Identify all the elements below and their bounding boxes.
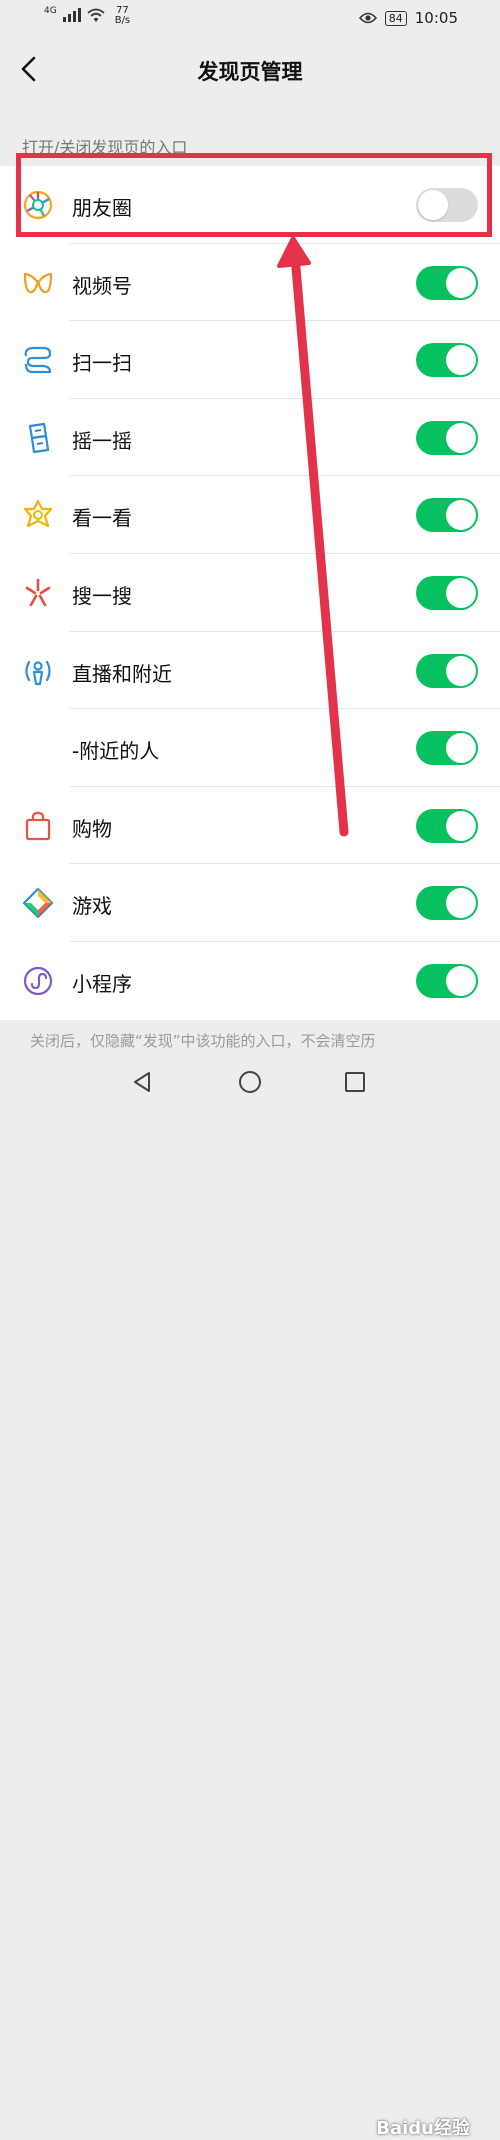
annotation-arrow: [277, 236, 349, 837]
watermark: Baidu经验: [376, 2118, 470, 2139]
